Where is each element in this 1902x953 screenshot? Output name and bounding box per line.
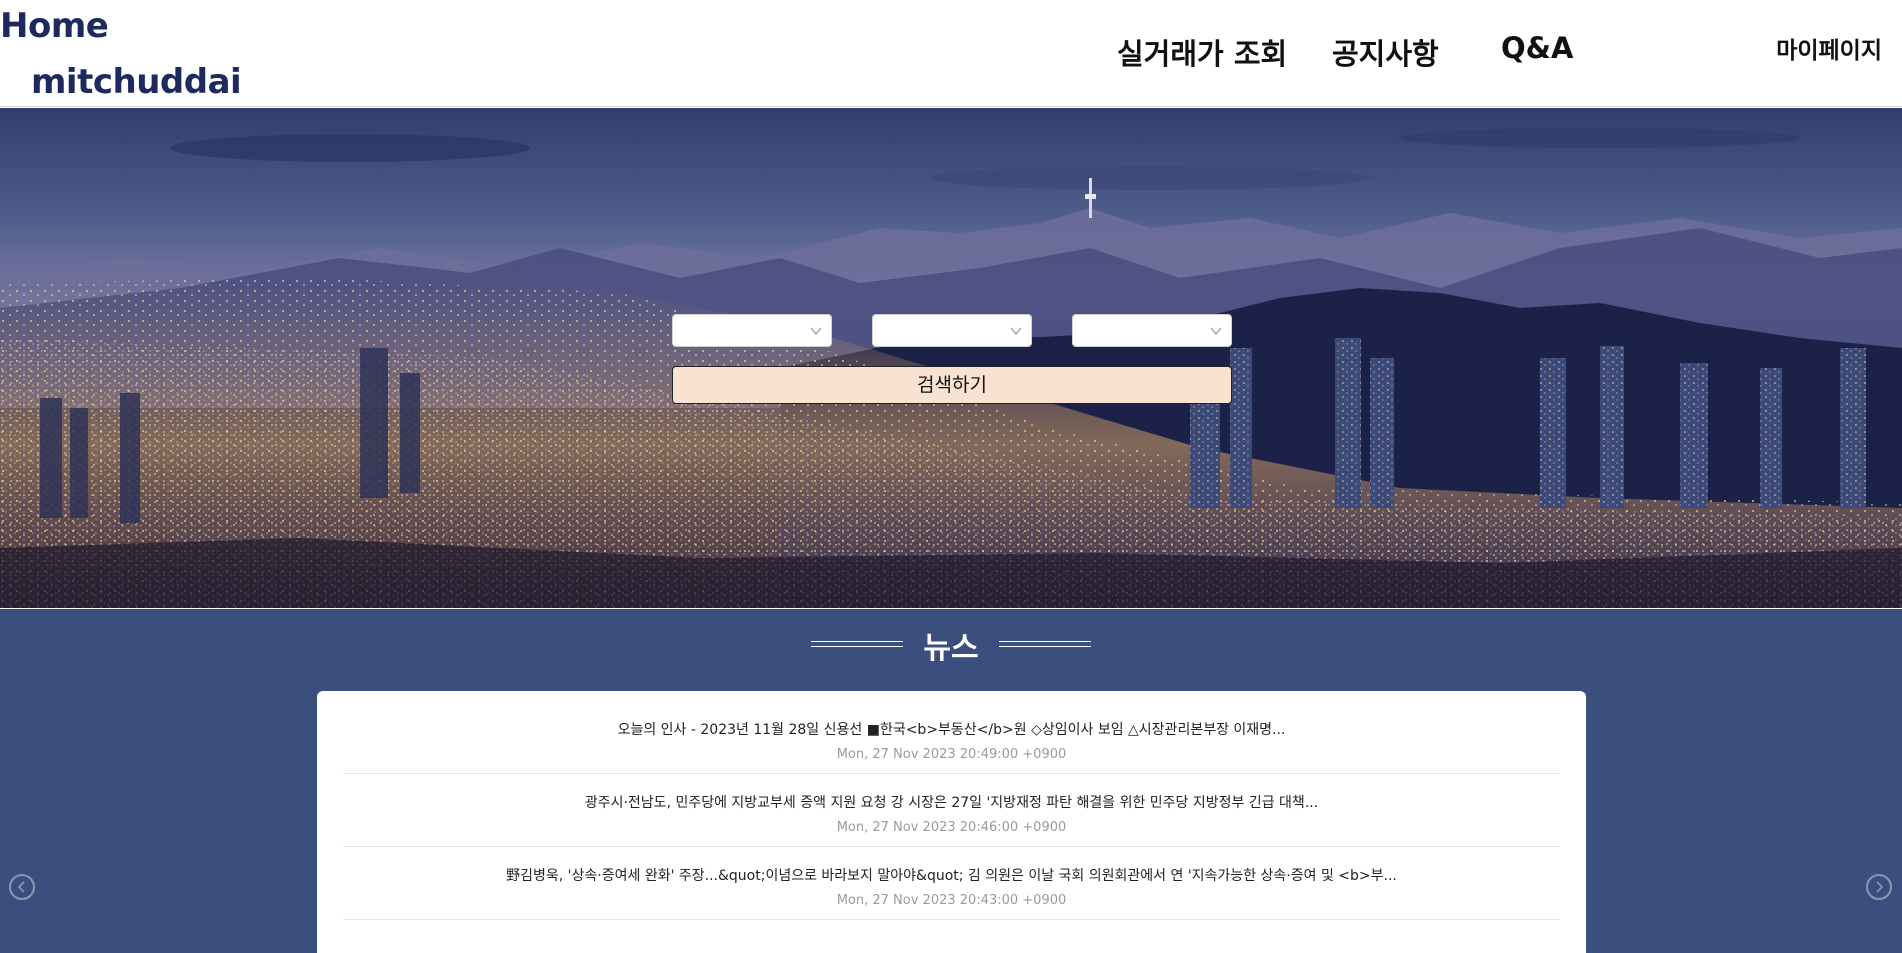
news-card: 오늘의 인사 - 2023년 11월 28일 신용선 ■한국<b>부동산</b>… <box>317 691 1586 953</box>
news-item-title: 오늘의 인사 - 2023년 11월 28일 신용선 ■한국<b>부동산</b>… <box>617 722 1286 738</box>
news-item-date: Mon, 27 Nov 2023 20:43:00 +0900 <box>836 893 1067 908</box>
news-section: 뉴스 오늘의 인사 - 2023년 11월 28일 신용선 ■한국<b>부동산<… <box>0 609 1902 953</box>
nav-qna[interactable]: Q&A <box>1501 31 1573 65</box>
chevron-down-icon <box>1010 327 1022 336</box>
news-item-date: Mon, 27 Nov 2023 20:46:00 +0900 <box>836 820 1067 835</box>
region-select-3[interactable] <box>1072 314 1232 347</box>
nav-notice[interactable]: 공지사항 <box>1332 31 1439 73</box>
chevron-down-icon <box>810 327 822 336</box>
carousel-next-button[interactable] <box>1866 874 1892 900</box>
site-header: Home mitchuddai 실거래가 조회 공지사항 Q&A 마이페이지 <box>0 0 1902 107</box>
region-select-2[interactable] <box>872 314 1032 347</box>
logo-brand[interactable]: mitchuddai <box>31 62 242 102</box>
nav-price-lookup[interactable]: 실거래가 조회 <box>1117 31 1287 73</box>
news-title: 뉴스 <box>923 631 979 666</box>
carousel-prev-button[interactable] <box>9 874 35 900</box>
news-item[interactable]: 野김병욱, '상속·증여세 완화' 주장...&quot;이념으로 바라보지 말… <box>343 847 1560 920</box>
title-divider-right <box>999 641 1091 647</box>
chevron-left-icon <box>17 881 25 893</box>
mypage-link[interactable]: 마이페이지 <box>1776 31 1882 65</box>
chevron-right-icon <box>1876 881 1884 893</box>
news-item[interactable]: 오늘의 인사 - 2023년 11월 28일 신용선 ■한국<b>부동산</b>… <box>343 701 1560 774</box>
news-item-title: 野김병욱, '상속·증여세 완화' 주장...&quot;이념으로 바라보지 말… <box>506 868 1397 884</box>
hero-banner: 검색하기 <box>0 108 1902 608</box>
region-select-1[interactable] <box>672 314 832 347</box>
news-item-date: Mon, 27 Nov 2023 20:49:00 +0900 <box>836 747 1067 762</box>
search-button[interactable]: 검색하기 <box>672 366 1232 404</box>
city-skyline-image <box>0 128 1902 608</box>
chevron-down-icon <box>1210 327 1222 336</box>
news-item-title: 광주시·전남도, 민주당에 지방교부세 증액 지원 요청 강 시장은 27일 '… <box>584 795 1319 811</box>
news-item[interactable]: 광주시·전남도, 민주당에 지방교부세 증액 지원 요청 강 시장은 27일 '… <box>343 774 1560 847</box>
logo-home-link[interactable]: Home <box>0 6 109 46</box>
